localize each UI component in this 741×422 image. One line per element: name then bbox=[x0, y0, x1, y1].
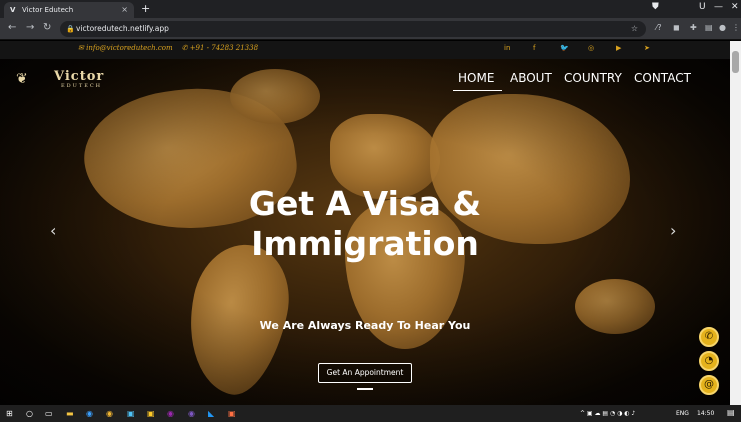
scrollbar-thumb[interactable] bbox=[732, 51, 739, 73]
eagle-logo-icon: ❦ bbox=[16, 71, 28, 87]
headline-line-2: Immigration bbox=[251, 224, 479, 263]
site-favicon-icon: V bbox=[10, 6, 16, 14]
clock[interactable]: 14:50 bbox=[697, 410, 714, 417]
tray-icons[interactable]: ^ ▣ ☁ ▤ ◔ ◑ ◐ ♪ bbox=[580, 410, 635, 417]
browser-tab[interactable]: V Victor Edutech × bbox=[4, 2, 134, 18]
facebook-icon[interactable]: f bbox=[533, 44, 535, 52]
youtube-icon[interactable]: ▶ bbox=[616, 44, 621, 52]
hero-headline: Get A Visa & Immigration bbox=[0, 184, 730, 264]
nav-country[interactable]: COUNTRY bbox=[564, 71, 622, 85]
url-bar[interactable]: 🔒 victoredutech.netlify.app ☆ bbox=[60, 21, 646, 37]
instagram-icon[interactable]: ◎ bbox=[588, 44, 594, 52]
edge-icon[interactable]: ◉ bbox=[86, 409, 93, 418]
tab-title: Victor Edutech bbox=[22, 6, 74, 14]
linkedin-icon[interactable]: in bbox=[504, 44, 510, 52]
phone-number[interactable]: +91 - 74283 21338 bbox=[190, 44, 258, 52]
tab-close-icon[interactable]: × bbox=[121, 5, 128, 14]
address-toolbar: ← → ↻ 🔒 victoredutech.netlify.app ☆ ⁄? ◼… bbox=[0, 18, 741, 40]
hero-banner: ❦ Victor EDUTECH HOME ABOUT COUNTRY CONT… bbox=[0, 59, 730, 405]
phone-icon: ✆ bbox=[181, 44, 188, 52]
back-arrow-icon[interactable]: ← bbox=[8, 22, 16, 33]
app-icon-1[interactable]: ▣ bbox=[127, 409, 135, 418]
notification-icon[interactable]: ▤ bbox=[727, 408, 735, 417]
vscode-icon[interactable]: ◣ bbox=[208, 409, 214, 418]
contact-info: ✉ info@victoredutech.com ✆ +91 - 74283 2… bbox=[78, 44, 258, 52]
hero-tagline: We Are Always Ready To Hear You bbox=[259, 319, 471, 332]
whatsapp-icon[interactable]: ◔ bbox=[699, 351, 719, 371]
extension-icon[interactable]: ⁄? bbox=[656, 23, 662, 32]
mail-icon: ✉ bbox=[78, 44, 84, 52]
minimize-button[interactable]: — bbox=[714, 2, 723, 12]
headline-line-1: Get A Visa & bbox=[248, 184, 482, 223]
phone-icon[interactable]: ✆ bbox=[699, 327, 719, 347]
app-icon-4[interactable]: ◉ bbox=[188, 409, 195, 418]
nav-contact[interactable]: CONTACT bbox=[634, 71, 691, 85]
site-topbar: ✉ info@victoredutech.com ✆ +91 - 74283 2… bbox=[0, 41, 730, 59]
reload-icon[interactable]: ↻ bbox=[43, 22, 51, 33]
task-view-icon[interactable]: ▭ bbox=[45, 409, 53, 418]
profile-shield-icon[interactable]: ⛊ bbox=[652, 2, 659, 12]
new-tab-button[interactable]: + bbox=[141, 2, 150, 15]
lock-icon: 🔒 bbox=[66, 25, 75, 33]
puzzle-icon[interactable]: ✚ bbox=[690, 23, 697, 32]
search-icon[interactable]: ○ bbox=[26, 409, 33, 418]
chrome-icon[interactable]: ◉ bbox=[106, 409, 113, 418]
nav-about[interactable]: ABOUT bbox=[510, 71, 552, 85]
chrome-menu-icon[interactable]: ⋮ bbox=[732, 23, 740, 32]
logo-subtitle: EDUTECH bbox=[61, 83, 103, 89]
file-explorer-icon[interactable]: ▬ bbox=[66, 409, 74, 418]
nav-home[interactable]: HOME bbox=[458, 71, 494, 85]
bookmark-star-icon[interactable]: ☆ bbox=[631, 21, 638, 37]
carousel-indicator[interactable] bbox=[357, 388, 373, 390]
app-icon-5[interactable]: ▣ bbox=[228, 409, 236, 418]
close-window-button[interactable]: ✕ bbox=[731, 2, 739, 12]
browser-tab-bar: V Victor Edutech × + ⛊ U — ✕ bbox=[0, 0, 741, 18]
forward-arrow-icon[interactable]: → bbox=[26, 22, 34, 33]
app-icon-3[interactable]: ◉ bbox=[167, 409, 174, 418]
twitter-icon[interactable]: 🐦 bbox=[560, 44, 569, 52]
extension-icon-2[interactable]: ◼ bbox=[673, 23, 680, 32]
appointment-button[interactable]: Get An Appointment bbox=[318, 363, 412, 383]
logo-name: Victor bbox=[54, 69, 105, 84]
telegram-icon[interactable]: ➤ bbox=[644, 44, 650, 52]
page-scrollbar[interactable] bbox=[730, 41, 741, 405]
tab-search-icon[interactable]: ▤ bbox=[705, 23, 713, 32]
user-indicator: U bbox=[699, 2, 706, 12]
nav-active-indicator bbox=[453, 90, 502, 91]
profile-icon[interactable]: ● bbox=[719, 23, 726, 32]
language-indicator[interactable]: ENG bbox=[676, 410, 689, 417]
email-link[interactable]: info@victoredutech.com bbox=[86, 44, 173, 52]
email-icon[interactable]: @ bbox=[699, 375, 719, 395]
windows-start-icon[interactable]: ⊞ bbox=[6, 409, 13, 418]
url-text: victoredutech.netlify.app bbox=[76, 24, 169, 33]
app-icon-2[interactable]: ▣ bbox=[147, 409, 155, 418]
windows-taskbar: ⊞ ○ ▭ ▬ ◉ ◉ ▣ ▣ ◉ ◉ ◣ ▣ ^ ▣ ☁ ▤ ◔ ◑ ◐ ♪ … bbox=[0, 405, 741, 422]
